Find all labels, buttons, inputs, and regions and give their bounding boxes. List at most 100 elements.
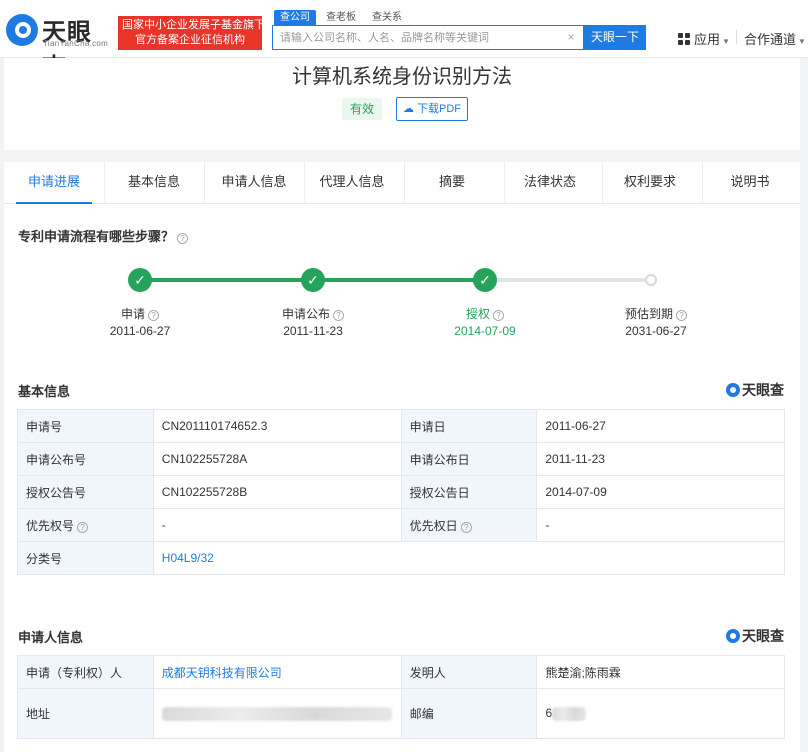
field-label: 优先权日?: [400, 508, 538, 542]
field-value: -: [152, 508, 402, 542]
tab-abstract[interactable]: 摘要: [404, 162, 500, 204]
help-icon[interactable]: ?: [676, 310, 687, 321]
step-pending-icon: [645, 274, 657, 286]
field-label: 分类号: [17, 541, 154, 575]
applicant-info-title: 申请人信息: [18, 630, 84, 645]
tab-description[interactable]: 说明书: [702, 162, 798, 204]
field-value-redacted: [152, 688, 402, 739]
grid-icon: [678, 33, 690, 45]
classification-link[interactable]: H04L9/32: [152, 541, 786, 575]
table-row: 地址 邮编 6: [17, 688, 785, 739]
eye-logo-icon: [726, 629, 740, 643]
search-button[interactable]: 天眼一下: [584, 25, 646, 50]
tab-divider: [104, 162, 105, 204]
field-value: CN201110174652.3: [152, 409, 402, 443]
help-icon[interactable]: ?: [333, 310, 344, 321]
help-icon[interactable]: ?: [460, 521, 472, 533]
progress-section-title: 专利申请流程有哪些步骤？?: [18, 226, 189, 245]
field-label: 授权公告号: [17, 475, 154, 509]
table-row: 分类号 H04L9/32: [17, 541, 786, 575]
step-date: 2011-11-23: [283, 324, 343, 338]
table-row: 申请（专利权）人 成都天钥科技有限公司 发明人 熊楚渝;陈雨霖: [17, 655, 785, 689]
promo-line-2: 官方备案企业征信机构: [135, 34, 245, 46]
tab-basic-info[interactable]: 基本信息: [108, 162, 200, 204]
field-label: 邮编: [400, 688, 538, 739]
brand-watermark: 天眼查: [726, 380, 784, 400]
tab-legal-status[interactable]: 法律状态: [502, 162, 598, 204]
promo-line-1: 国家中小企业发展子基金旗下: [122, 19, 265, 31]
field-value: CN102255728B: [152, 475, 402, 509]
eye-logo-icon: [726, 383, 740, 397]
patent-title: 计算机系统身份识别方法: [292, 66, 512, 88]
table-row: 授权公告号 CN102255728B 授权公告日 2014-07-09: [17, 475, 785, 509]
table-row: 优先权号? - 优先权日? -: [17, 508, 785, 542]
search-box: ×: [272, 25, 584, 50]
step-label: 预估到期?: [596, 305, 716, 322]
chevron-down-icon: ▼: [722, 37, 730, 46]
field-label: 申请（专利权）人: [17, 655, 154, 689]
table-row: 申请号 CN201110174652.3 申请日 2011-06-27: [17, 409, 785, 443]
search-tab-company[interactable]: 查公司: [274, 10, 316, 26]
field-value: 2011-11-23: [536, 442, 785, 476]
field-label: 发明人: [400, 655, 538, 689]
eye-logo-icon: [6, 14, 38, 46]
applicant-company-link[interactable]: 成都天钥科技有限公司: [152, 655, 402, 689]
tab-divider: [204, 162, 205, 204]
tianyancha-logo[interactable]: 天眼查 TianYanCha.com: [6, 12, 114, 81]
field-value: 2014-07-09: [536, 475, 785, 509]
promo-banner[interactable]: 国家中小企业发展子基金旗下 官方备案企业征信机构: [118, 16, 265, 50]
applicant-info-table: 申请（专利权）人 成都天钥科技有限公司 发明人 熊楚渝;陈雨霖 地址 邮编 6: [17, 655, 785, 739]
help-icon[interactable]: ?: [148, 310, 159, 321]
patent-title-card: 计算机系统身份识别方法 有效 ☁ 下载PDF: [4, 58, 800, 150]
help-icon[interactable]: ?: [77, 521, 89, 533]
help-icon[interactable]: ?: [177, 233, 189, 244]
field-value: 2011-06-27: [536, 409, 785, 443]
redacted-address: [161, 706, 392, 721]
step-date: 2014-07-09: [454, 324, 516, 338]
coop-menu[interactable]: 合作通道 ▼: [744, 29, 806, 48]
download-pdf-button[interactable]: ☁ 下载PDF: [396, 97, 468, 121]
search-type-tabs: 查公司 查老板 查关系: [274, 8, 412, 26]
tab-applicant[interactable]: 申请人信息: [206, 162, 302, 204]
redacted-zip: [552, 706, 587, 721]
field-value: 熊楚渝;陈雨霖: [536, 655, 785, 689]
logo-domain: TianYanCha.com: [43, 39, 109, 48]
field-label: 优先权号?: [17, 508, 154, 542]
apps-menu[interactable]: 应用 ▼: [678, 29, 730, 48]
field-value: 6: [536, 688, 785, 739]
search-tab-relation[interactable]: 查关系: [366, 10, 408, 26]
step-check-icon: ✓: [473, 268, 497, 292]
coop-label: 合作通道: [744, 32, 797, 47]
step-date: 2031-06-27: [625, 324, 687, 338]
cloud-download-icon: ☁: [402, 103, 414, 115]
search-tab-boss[interactable]: 查老板: [320, 10, 362, 26]
basic-info-table: 申请号 CN201110174652.3 申请日 2011-06-27 申请公布…: [17, 409, 786, 575]
top-header: 天眼查 TianYanCha.com 国家中小企业发展子基金旗下 官方备案企业征…: [0, 0, 808, 81]
field-label: 申请公布日: [400, 442, 538, 476]
field-label: 申请日: [400, 409, 538, 443]
tab-agent[interactable]: 代理人信息: [304, 162, 400, 204]
help-icon[interactable]: ?: [493, 310, 504, 321]
field-value: CN102255728A: [152, 442, 402, 476]
patent-detail-card: 申请进展 基本信息 申请人信息 代理人信息 摘要 法律状态 权利要求 说明书 专…: [4, 162, 800, 752]
clear-icon[interactable]: ×: [565, 31, 577, 43]
step-label: 申请公布?: [253, 305, 373, 322]
search-input[interactable]: [273, 26, 553, 49]
basic-info-title: 基本信息: [18, 384, 71, 399]
step-label: 申请?: [80, 305, 200, 322]
progress-track-pending: [486, 278, 652, 282]
field-label: 申请号: [17, 409, 154, 443]
step-check-icon: ✓: [301, 268, 325, 292]
table-row: 申请公布号 CN102255728A 申请公布日 2011-11-23: [17, 442, 785, 476]
tab-progress[interactable]: 申请进展: [16, 162, 92, 204]
field-label: 地址: [17, 688, 154, 739]
apps-label: 应用: [694, 32, 721, 47]
header-divider: [736, 30, 737, 44]
chevron-down-icon: ▼: [798, 37, 806, 46]
field-label: 授权公告日: [400, 475, 538, 509]
tab-claims[interactable]: 权利要求: [602, 162, 698, 204]
status-badge: 有效: [342, 98, 382, 120]
step-date: 2011-06-27: [109, 324, 171, 338]
field-label: 申请公布号: [17, 442, 154, 476]
field-value: -: [536, 508, 785, 542]
